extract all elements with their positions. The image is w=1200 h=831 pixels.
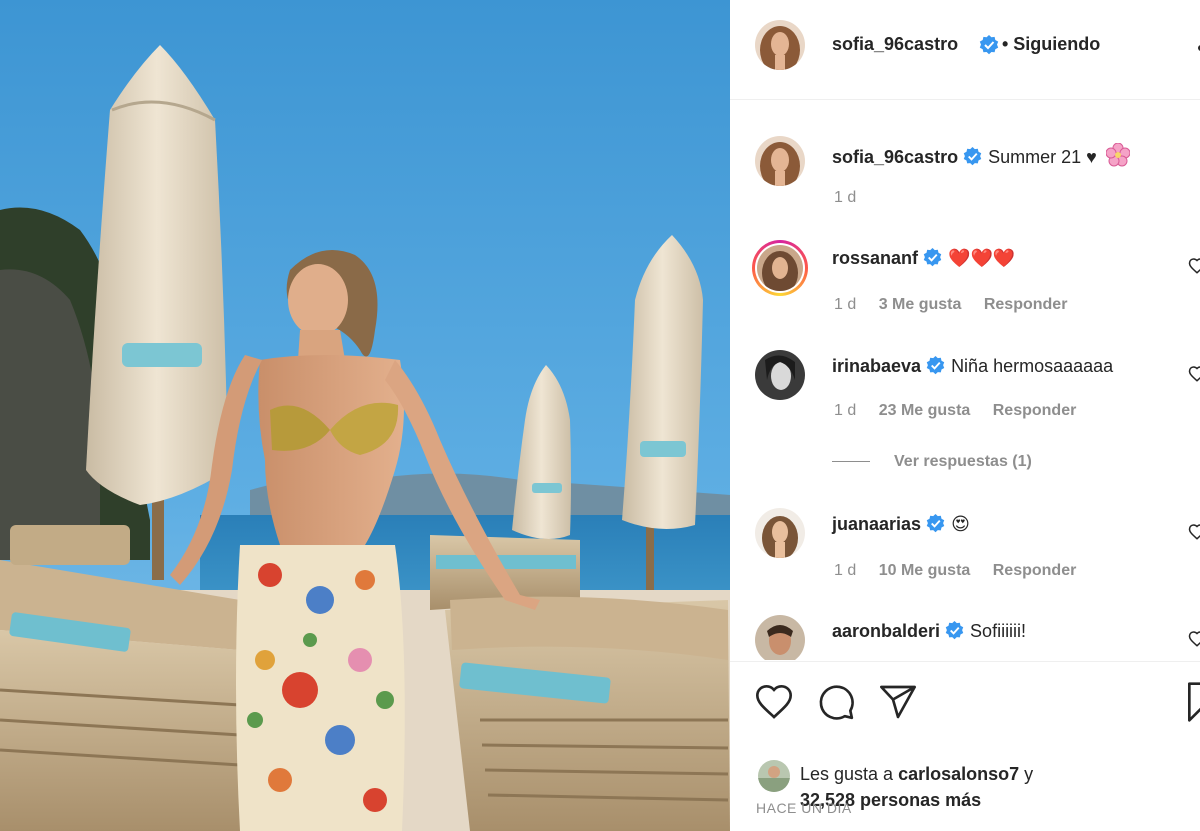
commenter-avatar[interactable] — [755, 350, 805, 400]
caption-username[interactable]: sofia_96castro — [832, 147, 958, 167]
heart-icon[interactable] — [754, 682, 794, 722]
author-avatar[interactable] — [755, 20, 805, 70]
comment-time: 1 d — [834, 296, 857, 313]
caption-text: Summer 21 ♥ — [988, 147, 1097, 167]
verified-icon — [926, 356, 945, 375]
comment-likes[interactable]: 10 Me gusta — [879, 562, 971, 579]
comment-text: 😍 — [951, 514, 970, 534]
liked-by-suffix: y — [1024, 764, 1034, 784]
commenter-avatar[interactable] — [755, 508, 805, 558]
liker-avatar[interactable] — [758, 760, 790, 792]
verified-icon — [963, 147, 982, 166]
bookmark-icon[interactable] — [1186, 682, 1200, 722]
comment-meta: 1 d 10 Me gusta Responder — [834, 562, 1094, 580]
comment-username[interactable]: juanaarias — [832, 514, 921, 534]
like-comment-icon[interactable] — [1188, 630, 1200, 648]
like-comment-icon[interactable] — [1188, 365, 1200, 383]
comment-line: rossananf ❤️❤️❤️ — [832, 248, 1015, 269]
reply-button[interactable]: Responder — [984, 296, 1068, 313]
caption-meta: 1 d — [834, 189, 874, 207]
comment-likes[interactable]: 3 Me gusta — [879, 296, 962, 313]
beach-photo — [0, 0, 730, 831]
post-header: sofia_96castro • Siguiendo — [730, 0, 1200, 100]
reply-button[interactable]: Responder — [993, 402, 1077, 419]
post-timestamp[interactable]: HACE UN DÍA — [756, 800, 852, 816]
comment-username[interactable]: irinabaeva — [832, 356, 921, 376]
view-replies-button[interactable]: Ver respuestas (1) — [832, 453, 1032, 471]
comment-time: 1 d — [834, 402, 857, 419]
post-sidebar: sofia_96castro • Siguiendo sofia_96castr… — [730, 0, 1200, 831]
comment-text: Niña hermosaaaaaa — [951, 356, 1114, 376]
post-actions: Les gusta a carlosalonso7 y 32,528 perso… — [730, 661, 1200, 831]
comment-line: irinabaeva Niña hermosaaaaaa — [832, 356, 1113, 377]
comment-meta: 1 d 23 Me gusta Responder — [834, 402, 1094, 420]
caption-time: 1 d — [834, 189, 857, 206]
follow-status[interactable]: • Siguiendo — [1002, 34, 1100, 55]
comment-icon[interactable] — [816, 682, 856, 722]
comments-list: sofia_96castro Summer 21 ♥ 1 d rossananf… — [730, 101, 1200, 660]
cherry-blossom-icon — [1105, 142, 1131, 167]
reply-button[interactable]: Responder — [993, 562, 1077, 579]
view-replies-label: Ver respuestas (1) — [894, 453, 1032, 470]
liked-by-prefix: Les gusta a — [800, 764, 894, 784]
comment-text: Sofiiiiii! — [970, 621, 1027, 641]
liked-by-user[interactable]: carlosalonso7 — [898, 764, 1019, 784]
like-comment-icon[interactable] — [1188, 523, 1200, 541]
comment-username[interactable]: rossananf — [832, 248, 918, 268]
liked-by-line: Les gusta a carlosalonso7 y — [800, 764, 1033, 785]
instagram-post: sofia_96castro • Siguiendo sofia_96castr… — [0, 0, 1200, 831]
share-icon[interactable] — [878, 682, 918, 722]
comment-line: aaronbalderi Sofiiiiii! — [832, 621, 1026, 642]
commenter-avatar — [757, 245, 803, 291]
comment-time: 1 d — [834, 562, 857, 579]
comment-line: juanaarias 😍 — [832, 514, 970, 535]
verified-icon — [979, 35, 999, 55]
verified-icon — [945, 621, 964, 640]
caption-avatar[interactable] — [755, 136, 805, 186]
verified-icon — [926, 514, 945, 533]
post-photo[interactable] — [0, 0, 730, 831]
author-username[interactable]: sofia_96castro — [832, 34, 958, 55]
comment-meta: 1 d 3 Me gusta Responder — [834, 296, 1085, 314]
comment-likes[interactable]: 23 Me gusta — [879, 402, 971, 419]
caption-line: sofia_96castro Summer 21 ♥ — [832, 142, 1131, 168]
comment-username[interactable]: aaronbalderi — [832, 621, 940, 641]
commenter-avatar[interactable] — [755, 615, 805, 660]
replies-divider — [832, 461, 870, 463]
comment-text: ❤️❤️❤️ — [948, 248, 1016, 268]
like-comment-icon[interactable] — [1188, 257, 1200, 275]
story-ring[interactable] — [752, 240, 808, 296]
verified-icon — [923, 248, 942, 267]
